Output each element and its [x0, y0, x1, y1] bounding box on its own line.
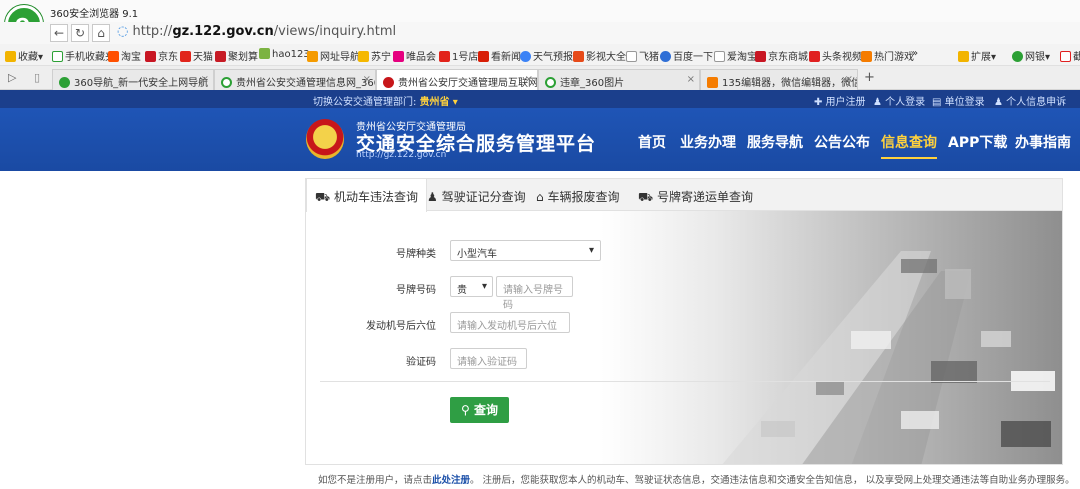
close-icon: ×	[844, 74, 853, 85]
query-tabs: ⛟ 机动车违法查询 ♟ 驾驶证记分查询 ⌂ 车辆报废查询 ⛟ 号牌寄递运单查询	[306, 179, 1062, 212]
browser-tab[interactable]: 135编辑器，微信编辑器，微信 ×	[700, 69, 858, 90]
browser-tab-active[interactable]: 贵州省公安厅交通管理局互联网 ×	[376, 69, 538, 90]
police-emblem-icon	[306, 119, 344, 159]
favorite-item[interactable]: 苏宁	[358, 48, 391, 63]
search-icon: ⚲	[461, 403, 470, 417]
nav-business[interactable]: 业务办理	[680, 132, 736, 152]
chevron-down-icon: ▾	[481, 281, 487, 292]
browser-tab[interactable]: 违章_360图片 ×	[538, 69, 700, 90]
url-field[interactable]: ◌ http://gz.122.gov.cn/views/inquiry.htm…	[117, 24, 396, 39]
favorite-item[interactable]: 天气预报	[520, 48, 573, 63]
back-arrow-icon[interactable]: ←	[50, 24, 68, 42]
favorite-item[interactable]: 天猫	[180, 48, 213, 63]
favorites-bar: 收藏▾ 手机收藏夹 淘宝 京东 天猫 聚划算 hao123 网址导航 苏宁 唯品…	[0, 44, 1080, 66]
home-icon: ⌂	[536, 190, 544, 204]
nav-info-query[interactable]: 信息查询	[881, 132, 937, 159]
favorite-item[interactable]: 头条视频	[809, 48, 862, 63]
new-tab-button[interactable]: +	[864, 70, 875, 85]
window-title: 360安全浏览器 9.1	[50, 9, 139, 20]
register-link[interactable]: 此处注册	[432, 475, 470, 486]
favorite-item[interactable]: 收藏▾	[5, 48, 43, 63]
page-icon[interactable]: ▯	[34, 71, 40, 84]
browser-tab[interactable]: 贵州省公安交通管理信息网_360 ×	[214, 69, 376, 90]
extensions-button[interactable]: 扩展▾	[958, 48, 996, 63]
plate-number-input[interactable]: 请输入号牌号码	[496, 276, 573, 311]
sidebar-toggle-icon[interactable]: ▷	[8, 71, 16, 84]
divider	[320, 381, 1050, 382]
browser-tab[interactable]: 360导航_新一代安全上网导航 ×	[52, 69, 214, 90]
tab-bar: ▷ ▯ 360导航_新一代安全上网导航 × 贵州省公安交通管理信息网_360 × 贵…	[0, 66, 1080, 90]
home-icon[interactable]: ⌂	[92, 24, 110, 42]
plate-type-label: 号牌种类	[396, 249, 436, 260]
chevron-down-icon: ▾	[588, 245, 594, 256]
favorite-item[interactable]: 飞猪	[626, 48, 659, 63]
nav-home[interactable]: 首页	[638, 132, 666, 152]
site-domain: http://gz.122.gov.cn	[356, 150, 447, 160]
favorite-item[interactable]: 淘宝	[108, 48, 141, 63]
person-icon: ♟	[427, 190, 438, 204]
site-top-bar: 切换公安交通管理部门: 贵州省 ▾ ✚ 用户注册 ♟ 个人登录 ▤ 单位登录 ♟…	[0, 90, 1080, 108]
province-select[interactable]: 贵 ▾	[450, 276, 493, 297]
plate-number-label: 号牌号码	[396, 285, 436, 296]
query-panel: ⛟ 机动车违法查询 ♟ 驾驶证记分查询 ⌂ 车辆报废查询 ⛟ 号牌寄递运单查询 …	[305, 178, 1063, 465]
favorites-more-icon[interactable]: »	[912, 48, 918, 59]
close-icon: ×	[200, 74, 209, 85]
favorite-item[interactable]: 手机收藏夹	[52, 48, 115, 63]
personal-appeal-link[interactable]: ♟ 个人信息申诉	[994, 93, 1066, 108]
captcha-label: 验证码	[406, 357, 436, 368]
favorite-item[interactable]: 唯品会	[393, 48, 436, 63]
footer-note: 如您不是注册用户，请点击此处注册。 注册后，您能获取您本人的机动车、驾驶证状态信…	[318, 475, 1075, 486]
favorite-item[interactable]: 网址导航	[307, 48, 360, 63]
refresh-icon[interactable]: ↻	[71, 24, 89, 42]
engine-number-label: 发动机号后六位	[366, 321, 436, 332]
tab-vehicle-violation[interactable]: ⛟ 机动车违法查询	[306, 179, 427, 212]
query-button[interactable]: ⚲ 查询	[450, 397, 509, 423]
favorite-item[interactable]: 看新闻	[478, 48, 521, 63]
plate-type-select[interactable]: 小型汽车 ▾	[450, 240, 601, 261]
tab-license-points[interactable]: ♟ 驾驶证记分查询	[419, 179, 534, 211]
tab-plate-delivery[interactable]: ⛟ 号牌寄递运单查询	[630, 179, 761, 211]
favorite-item[interactable]: 1号店	[439, 48, 478, 63]
favorite-item[interactable]: 京东商城	[755, 48, 808, 63]
screenshot-button[interactable]: 截	[1060, 48, 1080, 63]
engine-number-input[interactable]: 请输入发动机号后六位	[450, 312, 570, 333]
department-switch[interactable]: 切换公安交通管理部门: 贵州省 ▾	[313, 93, 458, 108]
tab-vehicle-scrap[interactable]: ⌂ 车辆报废查询	[528, 179, 627, 211]
favorite-item[interactable]: 热门游戏	[861, 48, 914, 63]
favorite-item[interactable]: 聚划算	[215, 48, 258, 63]
nav-service-guide[interactable]: 服务导航	[747, 132, 803, 152]
nav-app-download[interactable]: APP下载	[948, 132, 1007, 152]
captcha-input[interactable]: 请输入验证码	[450, 348, 527, 369]
close-icon: ×	[686, 74, 695, 85]
personal-login-link[interactable]: ♟ 个人登录	[873, 93, 925, 108]
truck-icon: ⛟	[638, 190, 654, 204]
nav-guide[interactable]: 办事指南	[1015, 132, 1071, 152]
unit-login-link[interactable]: ▤ 单位登录	[932, 93, 985, 108]
favorite-item[interactable]: hao123	[259, 48, 310, 60]
truck-icon: ⛟	[315, 190, 331, 204]
site-icon: ◌	[117, 24, 133, 39]
close-icon: ×	[524, 74, 533, 85]
close-icon: ×	[362, 74, 371, 85]
favorite-item[interactable]: 影视大全	[573, 48, 626, 63]
favorite-item[interactable]: 爱淘宝	[714, 48, 757, 63]
nav-announcements[interactable]: 公告公布	[814, 132, 870, 152]
favorite-item[interactable]: 京东	[145, 48, 178, 63]
street-background-image	[601, 211, 1062, 464]
site-header: 贵州省公安厅交通管理局 交通安全综合服务管理平台 http://gz.122.g…	[0, 108, 1080, 171]
favorite-item[interactable]: 百度一下	[660, 48, 713, 63]
user-register-link[interactable]: ✚ 用户注册	[814, 93, 866, 108]
online-bank-button[interactable]: 网银▾	[1012, 48, 1050, 63]
address-bar: ← ↻ ⌂ ◌ http://gz.122.gov.cn/views/inqui…	[0, 22, 1080, 44]
browser-title-bar: 360安全浏览器 9.1	[0, 0, 1080, 22]
